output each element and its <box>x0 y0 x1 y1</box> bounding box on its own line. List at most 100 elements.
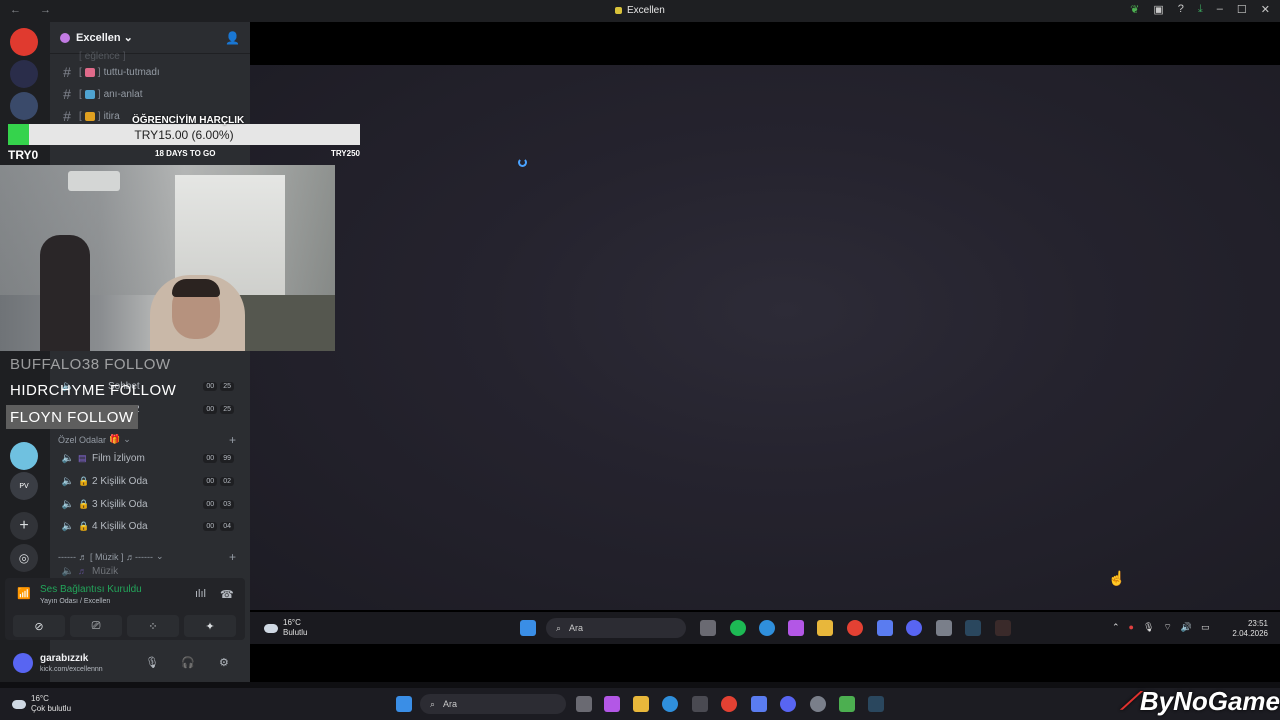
category-private-rooms[interactable]: Özel Odalar 🎁 ⌄ + <box>58 433 244 447</box>
add-server-icon[interactable]: + <box>10 512 38 540</box>
voice-channel-item[interactable]: 🔈 🔒 2 Kişilik Oda 00 02 <box>58 471 244 491</box>
voice-status[interactable]: Ses Bağlantısı Kuruldu <box>40 584 142 595</box>
weather-widget[interactable]: 16°C Bulutlu <box>264 618 307 638</box>
inbox-icon[interactable]: ▣ <box>1153 3 1163 16</box>
nitro-leaf-icon[interactable]: ❦ <box>1130 3 1139 16</box>
chevron-down-icon: ⌄ <box>123 32 133 44</box>
tray-app-icon[interactable]: ● <box>1129 622 1134 633</box>
app-icon-green[interactable] <box>839 696 855 712</box>
avatar[interactable] <box>13 653 33 673</box>
screen-share-view[interactable]: ☝ <box>250 65 1280 610</box>
task-view-icon[interactable] <box>700 620 716 636</box>
cloud-icon <box>12 699 26 709</box>
app-icon-blue[interactable] <box>877 620 893 636</box>
obs-icon[interactable] <box>810 696 826 712</box>
voice-channel-path[interactable]: Yayın Odası / Excellen <box>40 598 110 605</box>
activities-button[interactable]: ⁘ <box>127 615 179 637</box>
volume-icon[interactable]: 🔊 <box>1181 622 1192 633</box>
chrome-icon[interactable] <box>721 696 737 712</box>
screen-share-button[interactable]: ⎚ <box>70 615 122 637</box>
taskbar-search[interactable]: ⌕ Ara <box>546 618 686 638</box>
search-icon: ⌕ <box>430 698 436 709</box>
webcam-overlay <box>0 165 335 351</box>
server-icon-anime[interactable] <box>10 442 38 470</box>
stream-stage: ☝ 16°C Bulutlu ⌕ Ara 23:51 2.04.2026 ⌃ ●… <box>250 22 1280 682</box>
steam-icon[interactable] <box>965 620 981 636</box>
weather-widget[interactable]: 16°C Çok bulutlu <box>12 694 71 714</box>
voice-channel-item[interactable]: 🔈 ♬ Müzik <box>58 565 244 577</box>
store-icon[interactable] <box>692 696 708 712</box>
discord-icon[interactable] <box>906 620 922 636</box>
explore-icon[interactable]: ◎ <box>10 544 38 572</box>
app-icon-dark[interactable] <box>995 620 1011 636</box>
folder-icon[interactable] <box>633 696 649 712</box>
channel-item[interactable]: # [ ] tuttu-tutmadı <box>58 62 244 82</box>
steam-icon[interactable] <box>868 696 884 712</box>
voice-channel-item[interactable]: 🔈 ▤ Film İzliyom 00 99 <box>58 448 244 468</box>
close-icon[interactable]: ✕ <box>1261 3 1270 16</box>
wifi-icon[interactable]: ⌔ <box>1163 622 1171 633</box>
soundboard-button[interactable]: ✦ <box>184 615 236 637</box>
taskbar-search[interactable]: ⌕ Ara <box>420 694 566 714</box>
gear-icon[interactable]: ⚙ <box>219 656 229 669</box>
username[interactable]: garabızzık <box>40 653 88 664</box>
windows-start-icon[interactable] <box>396 696 412 712</box>
bynogame-logo-icon: ⟋ <box>1121 687 1138 715</box>
speaker-icon: 🔈 <box>61 475 75 487</box>
category-music[interactable]: ------ ♬ [ Müzik ] ♬------ ⌄ + <box>58 550 244 564</box>
edge-icon[interactable] <box>759 620 775 636</box>
headphones-icon[interactable]: 🎧 <box>181 656 195 669</box>
windows-start-icon[interactable] <box>520 620 536 636</box>
chat-icon <box>84 89 95 99</box>
nav-arrows[interactable]: ← → <box>10 4 59 16</box>
chrome-icon[interactable] <box>847 620 863 636</box>
server-badge-icon <box>60 32 70 43</box>
maximize-icon[interactable]: ☐ <box>1237 3 1247 16</box>
add-member-icon[interactable]: 👤 <box>225 31 240 45</box>
microphone-icon[interactable]: 🎙 <box>145 656 159 669</box>
inner-windows-taskbar: 16°C Bulutlu ⌕ Ara 23:51 2.04.2026 ⌃ ● 🎙… <box>250 612 1280 644</box>
channel-label: anı-anlat <box>103 88 143 100</box>
voice-channel-item[interactable]: 🔈 🔒 4 Kişilik Oda 00 04 <box>58 516 244 536</box>
goal-amount: TRY15.00 (6.00%) <box>134 128 234 142</box>
system-clock[interactable]: 23:51 2.04.2026 <box>1208 619 1268 639</box>
server-icon-avatar[interactable] <box>10 92 38 120</box>
add-channel-icon[interactable]: + <box>229 433 236 447</box>
folder-icon[interactable] <box>817 620 833 636</box>
user-panel: garabızzık kick.com/excellennn 🎙 🎧 ⚙ <box>5 645 245 681</box>
channel-item[interactable]: # [ ] anı-anlat <box>58 84 244 104</box>
lock-icon: 🔒 <box>78 475 90 486</box>
disconnect-icon[interactable]: ☎ <box>220 588 234 601</box>
server-icon-pv[interactable]: PV <box>10 472 38 500</box>
chevron-up-icon[interactable]: ⌃ <box>1112 622 1120 633</box>
copilot-icon[interactable] <box>788 620 804 636</box>
spotify-icon[interactable] <box>730 620 746 636</box>
camera-off-button[interactable]: ⊘ <box>13 615 65 637</box>
noise-suppression-icon[interactable]: ılıl <box>195 588 206 600</box>
app-icon-gray[interactable] <box>936 620 952 636</box>
voice-channel-label: Müzik <box>92 565 119 577</box>
discord-icon[interactable] <box>780 696 796 712</box>
channel-label: itira <box>103 110 120 122</box>
copilot-icon[interactable] <box>604 696 620 712</box>
windows-taskbar: 16°C Çok bulutlu ⌕ Ara <box>0 688 1280 720</box>
voice-channel-item[interactable]: 🔈 🔒 3 Kişilik Oda 00 03 <box>58 494 244 514</box>
server-icon-red[interactable] <box>10 28 38 56</box>
category-label: ------ ♬ [ Müzik ] ♬------ <box>58 551 153 562</box>
battery-icon[interactable]: ▭ <box>1201 622 1210 633</box>
film-icon: ▤ <box>78 452 87 463</box>
add-channel-icon[interactable]: + <box>229 550 236 564</box>
download-icon[interactable]: ⤓ <box>1198 3 1203 16</box>
server-icon-dark[interactable] <box>10 60 38 88</box>
task-view-icon[interactable] <box>576 696 592 712</box>
app-icon-blue[interactable] <box>751 696 767 712</box>
minimize-icon[interactable]: – <box>1217 3 1223 16</box>
edge-icon[interactable] <box>662 696 678 712</box>
system-tray: ⌃ ● 🎙 ⌔ 🔊 ▭ <box>1112 622 1210 633</box>
voice-channel-label: 2 Kişilik Oda <box>92 475 148 487</box>
help-icon[interactable]: ? <box>1178 3 1184 16</box>
speaker-icon: 🔈 <box>61 452 75 464</box>
app-icon <box>615 7 622 14</box>
donation-goal-widget: ÖĞRENCİYİM HARÇLIK TRY15.00 (6.00%) TRY0… <box>8 115 360 162</box>
microphone-icon[interactable]: 🎙 <box>1143 622 1154 633</box>
